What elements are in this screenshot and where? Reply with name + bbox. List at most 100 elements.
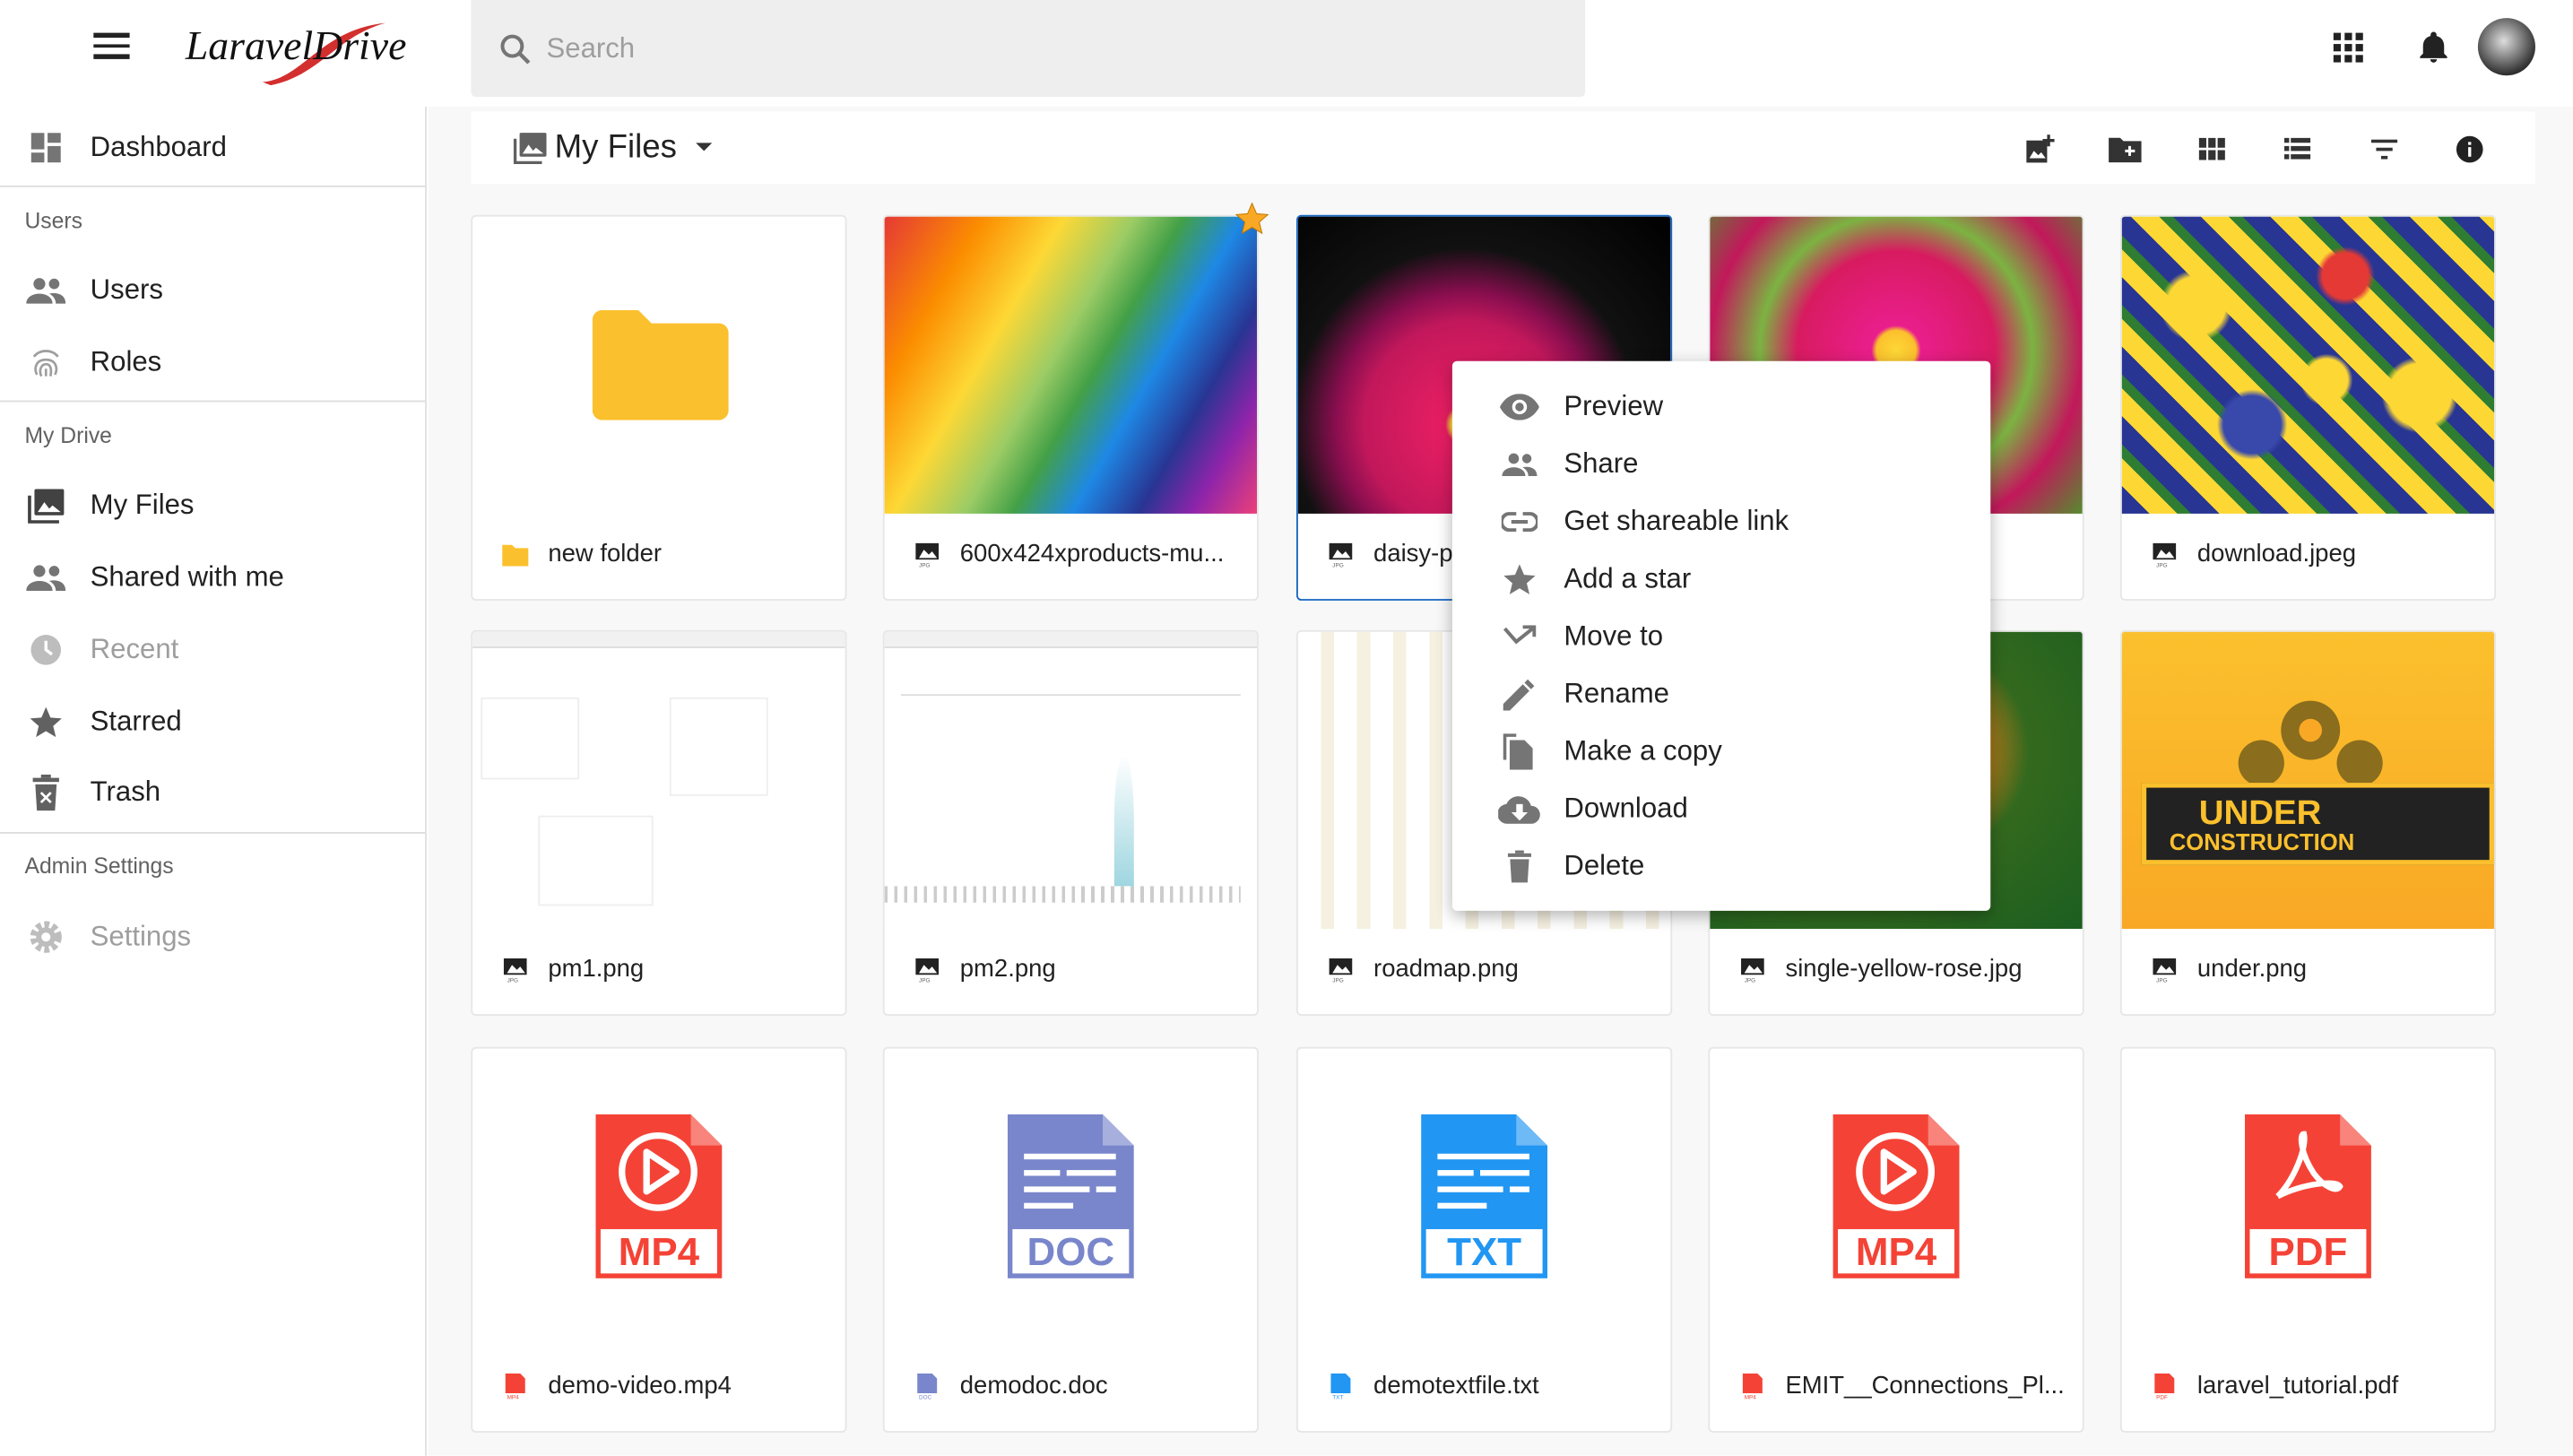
sidebar-item-dashboard[interactable]: Dashboard — [0, 115, 425, 180]
file-card[interactable]: UNDER CONSTRUCTION JPG under.png — [2119, 629, 2497, 1017]
divider — [0, 400, 426, 403]
divider — [0, 185, 426, 187]
file-name: demotextfile.txt — [1373, 1372, 1539, 1400]
logo[interactable]: LaravelDrive — [172, 13, 406, 86]
file-caption: JPG pm2.png — [914, 955, 1241, 983]
overlay-line: UNDER — [2198, 793, 2322, 832]
link-icon — [1498, 501, 1541, 541]
file-card[interactable]: MP4 MP4 demo-video.mp4 — [471, 1046, 847, 1433]
menu-item-move-to[interactable]: Move to — [1452, 607, 1990, 664]
sidebar-item-roles[interactable]: Roles — [0, 330, 425, 395]
file-card[interactable]: new folder — [471, 214, 847, 601]
svg-text:DOC: DOC — [1027, 1230, 1115, 1274]
caret-down-icon — [696, 143, 714, 152]
upload-image-icon[interactable] — [2018, 128, 2061, 171]
svg-text:JPG: JPG — [1332, 561, 1343, 567]
file-name: pm1.png — [548, 955, 645, 984]
svg-text:JPG: JPG — [2156, 977, 2167, 983]
file-card[interactable]: PDF PDF laravel_tutorial.pdf — [2119, 1046, 2497, 1433]
pdf-file-icon: PDF — [2122, 1049, 2495, 1346]
toolbar: My Files — [471, 111, 2535, 185]
menu-item-preview[interactable]: Preview — [1452, 377, 1990, 435]
image-file-icon: JPG — [915, 542, 939, 567]
sidebar-item-recent[interactable]: Recent — [0, 617, 425, 682]
sidebar-label: Starred — [90, 706, 182, 737]
file-caption: PDF laravel_tutorial.pdf — [2152, 1372, 2478, 1400]
file-card[interactable]: MP4 MP4 EMIT__Connections_Pl... — [1708, 1046, 2084, 1433]
file-caption: JPG pm1.png — [502, 955, 828, 983]
svg-text:JPG: JPG — [2156, 561, 2167, 567]
user-avatar[interactable] — [2477, 18, 2535, 76]
svg-text:JPG: JPG — [919, 561, 930, 567]
photo-library-icon — [513, 133, 547, 165]
mp4-file-icon: MP4 — [472, 1049, 845, 1346]
sidebar: Dashboard Users Users Roles My Drive My … — [0, 106, 427, 1456]
sidebar-item-settings[interactable]: Settings — [0, 905, 425, 970]
info-icon[interactable] — [2448, 128, 2491, 171]
list-view-icon[interactable] — [2276, 128, 2319, 171]
image-thumbnail — [884, 631, 1258, 930]
sidebar-item-shared-with-me[interactable]: Shared with me — [0, 545, 425, 611]
my-files-dropdown[interactable]: My Files — [512, 129, 714, 167]
sort-filter-icon[interactable] — [2363, 128, 2406, 171]
image-thumbnail — [884, 216, 1258, 514]
section-header-my-drive: My Drive — [24, 423, 112, 448]
menu-item-share[interactable]: Share — [1452, 435, 1990, 492]
txt-small-icon: TXT — [1330, 1373, 1351, 1399]
menu-item-label: Delete — [1564, 849, 1645, 881]
image-file-icon: JPG — [1329, 542, 1353, 567]
star-icon — [1498, 559, 1541, 598]
file-card[interactable]: TXT TXT demotextfile.txt — [1296, 1046, 1673, 1433]
file-name: daisy-p — [1373, 540, 1453, 568]
sidebar-label: Shared with me — [90, 560, 284, 593]
sidebar-item-my-files[interactable]: My Files — [0, 472, 425, 538]
trash-icon — [26, 773, 65, 812]
image-file-icon: JPG — [2153, 542, 2177, 567]
image-file-icon: JPG — [2153, 958, 2177, 983]
file-card[interactable]: JPG download.jpeg — [2119, 214, 2497, 601]
mp4-file-icon: MP4 — [1710, 1049, 2083, 1346]
mp4-small-icon: MP4 — [1742, 1373, 1763, 1400]
menu-item-add-a-star[interactable]: Add a star — [1452, 550, 1990, 607]
section-header-users: Users — [24, 208, 83, 233]
clock-icon — [26, 630, 65, 670]
menu-item-label: Share — [1564, 446, 1639, 479]
image-thumbnail: UNDER CONSTRUCTION — [2121, 631, 2495, 930]
svg-text:JPG: JPG — [1745, 977, 1755, 983]
menu-item-download[interactable]: Download — [1452, 779, 1990, 836]
file-name: new folder — [548, 540, 663, 568]
file-caption: MP4 demo-video.mp4 — [502, 1372, 828, 1400]
search-placeholder: Search — [546, 31, 636, 64]
search-input[interactable]: Search — [471, 0, 1586, 97]
sidebar-label: Users — [90, 273, 163, 306]
file-card[interactable]: JPG pm1.png — [471, 629, 847, 1017]
file-name: demodoc.doc — [959, 1372, 1108, 1400]
menu-item-delete[interactable]: Delete — [1452, 837, 1990, 895]
notifications-bell-icon[interactable] — [2409, 23, 2458, 73]
context-menu: Preview Share Get shareable link Add a star… — [1451, 360, 1991, 911]
section-header-admin-settings: Admin Settings — [24, 853, 174, 879]
svg-text:JPG: JPG — [919, 977, 930, 983]
file-name: roadmap.png — [1373, 955, 1519, 984]
file-card[interactable]: JPG 600x424xproducts-mu... — [882, 214, 1259, 601]
gear-icon — [26, 917, 65, 957]
file-card[interactable]: JPG pm2.png — [882, 629, 1259, 1017]
image-file-icon: JPG — [915, 958, 939, 983]
menu-item-make-a-copy[interactable]: Make a copy — [1452, 722, 1990, 779]
menu-item-rename[interactable]: Rename — [1452, 664, 1990, 722]
sidebar-item-users[interactable]: Users — [0, 257, 425, 323]
menu-item-get-shareable-link[interactable]: Get shareable link — [1452, 492, 1990, 550]
sidebar-item-starred[interactable]: Starred — [0, 689, 425, 755]
new-folder-icon[interactable] — [2104, 128, 2147, 171]
image-thumbnail — [2121, 216, 2495, 514]
file-card[interactable]: DOC DOC demodoc.doc — [882, 1046, 1259, 1433]
pdf-small-icon: PDF — [2154, 1373, 2175, 1399]
cloud-download-icon — [1498, 789, 1541, 828]
svg-text:MP4: MP4 — [619, 1230, 700, 1274]
svg-text:MP4: MP4 — [1745, 1394, 1757, 1400]
apps-icon[interactable] — [2324, 23, 2373, 73]
sidebar-item-trash[interactable]: Trash — [0, 759, 425, 825]
file-caption: JPG 600x424xproducts-mu... — [914, 540, 1241, 568]
menu-icon[interactable] — [93, 32, 130, 59]
grid-view-icon[interactable] — [2191, 128, 2234, 171]
